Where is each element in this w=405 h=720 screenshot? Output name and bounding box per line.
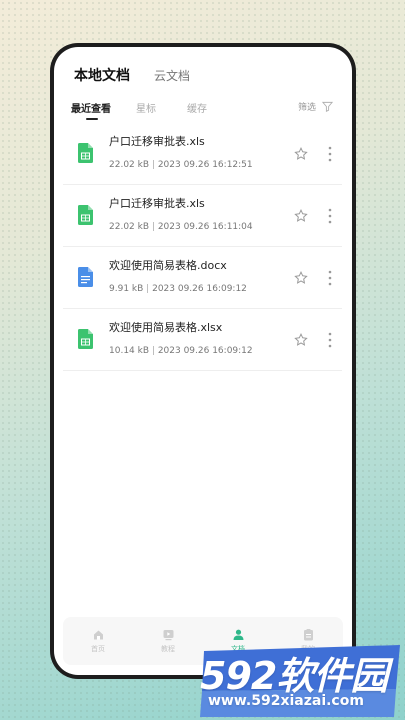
nav-label: 教程 [161, 645, 175, 653]
meta-separator: | [146, 284, 150, 294]
spreadsheet-file-icon [78, 143, 93, 163]
nav-item-0[interactable]: 首页 [63, 617, 133, 665]
file-size: 9.91 kB [109, 284, 144, 294]
watermark-brand: 592软件园 [200, 654, 388, 698]
filter-label: 筛选 [297, 103, 316, 113]
watermark-logo: 592软件园 www.592xiazai.com [200, 645, 402, 718]
file-row[interactable]: 户口迁移审批表.xls 22.02 kB | 2023 09.26 16:12:… [63, 123, 342, 185]
file-size: 10.14 kB [109, 346, 150, 356]
meta-separator: | [151, 222, 155, 232]
star-icon[interactable] [294, 271, 308, 285]
file-date: 2023 09.26 16:12:51 [157, 160, 253, 170]
file-name: 欢迎使用简易表格.docx [109, 259, 227, 272]
file-name: 户口迁移审批表.xls [109, 135, 205, 148]
spreadsheet-file-icon [78, 329, 93, 349]
clipboard-icon [303, 629, 313, 641]
home-icon [93, 630, 103, 640]
star-icon[interactable] [294, 147, 308, 161]
spreadsheet-file-icon [78, 205, 93, 225]
tab-starred[interactable]: 星标 [136, 100, 156, 115]
sub-tabs: 最近查看 星标 缓存 筛选 [71, 100, 341, 122]
file-meta: 9.91 kB | 2023 09.26 16:09:12 [109, 284, 247, 294]
top-tabs: 本地文档 云文档 [74, 65, 190, 85]
tab-cache[interactable]: 缓存 [187, 100, 207, 115]
file-row[interactable]: 欢迎使用简易表格.docx 9.91 kB | 2023 09.26 16:09… [63, 247, 342, 309]
file-row[interactable]: 欢迎使用简易表格.xlsx 10.14 kB | 2023 09.26 16:0… [63, 309, 342, 371]
word-document-icon [78, 267, 93, 287]
tab-recent[interactable]: 最近查看 [71, 100, 111, 120]
more-options-icon[interactable] [328, 146, 332, 162]
user-icon [233, 629, 243, 640]
meta-separator: | [151, 346, 155, 356]
nav-item-1[interactable]: 教程 [133, 617, 203, 665]
file-size: 22.02 kB [109, 160, 150, 170]
video-icon [163, 630, 173, 641]
app-screen: 本地文档 云文档 最近查看 星标 缓存 筛选 户口迁移审批表.xls 22.02… [54, 47, 352, 675]
more-options-icon[interactable] [328, 208, 332, 224]
more-options-icon[interactable] [328, 270, 332, 286]
more-options-icon[interactable] [328, 332, 332, 348]
file-list: 户口迁移审批表.xls 22.02 kB | 2023 09.26 16:12:… [63, 123, 342, 371]
file-row[interactable]: 户口迁移审批表.xls 22.02 kB | 2023 09.26 16:11:… [63, 185, 342, 247]
tab-local-documents[interactable]: 本地文档 [74, 65, 130, 85]
watermark-url: www.592xiazai.com [208, 693, 364, 709]
file-meta: 22.02 kB | 2023 09.26 16:11:04 [109, 222, 253, 232]
star-icon[interactable] [294, 333, 308, 347]
star-icon[interactable] [294, 209, 308, 223]
file-date: 2023 09.26 16:09:12 [157, 346, 253, 356]
file-size: 22.02 kB [109, 222, 150, 232]
file-name: 欢迎使用简易表格.xlsx [109, 321, 223, 334]
file-date: 2023 09.26 16:11:04 [157, 222, 253, 232]
file-meta: 10.14 kB | 2023 09.26 16:09:12 [109, 346, 253, 356]
file-name: 户口迁移审批表.xls [109, 197, 205, 210]
file-meta: 22.02 kB | 2023 09.26 16:12:51 [109, 160, 253, 170]
nav-label: 首页 [91, 645, 105, 653]
phone-frame: 本地文档 云文档 最近查看 星标 缓存 筛选 户口迁移审批表.xls 22.02… [50, 43, 356, 679]
funnel-icon [322, 101, 333, 112]
tab-cloud-documents[interactable]: 云文档 [154, 67, 190, 84]
file-date: 2023 09.26 16:09:12 [152, 284, 247, 294]
filter-button[interactable]: 筛选 [298, 100, 333, 113]
meta-separator: | [151, 160, 155, 170]
